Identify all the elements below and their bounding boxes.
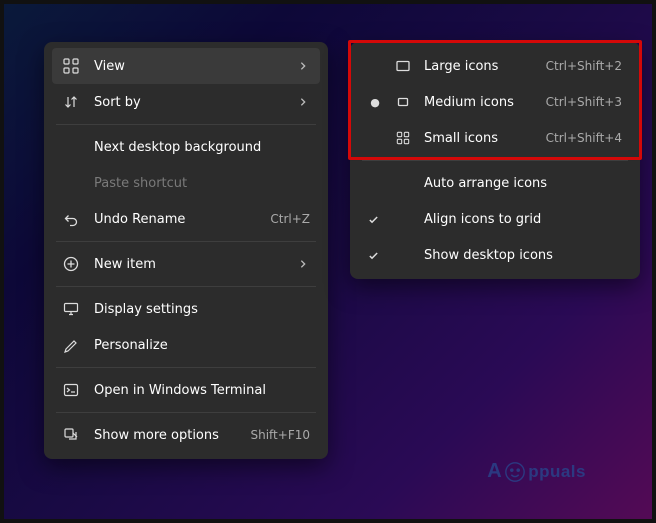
menu-label: Undo Rename (94, 212, 256, 227)
menu-item-terminal[interactable]: Open in Windows Terminal (52, 372, 320, 408)
menu-shortcut: Ctrl+Z (270, 212, 310, 226)
menu-item-next-background[interactable]: Next desktop background (52, 129, 320, 165)
chevron-right-icon (298, 259, 310, 269)
radio-selected-icon: ● (368, 96, 382, 109)
checkmark-icon (368, 214, 382, 225)
menu-label: Sort by (94, 95, 284, 110)
submenu-shortcut: Ctrl+Shift+2 (546, 59, 622, 73)
menu-label: Personalize (94, 338, 310, 353)
watermark-letter: A (487, 460, 502, 483)
personalize-icon (62, 336, 80, 354)
submenu-label: Large icons (424, 59, 534, 74)
menu-label: New item (94, 257, 284, 272)
new-plus-icon (62, 255, 80, 273)
view-submenu: Large icons Ctrl+Shift+2 ● Medium icons … (350, 42, 640, 279)
menu-item-more-options[interactable]: Show more options Shift+F10 (52, 417, 320, 453)
watermark-appuals: A ppuals (487, 460, 586, 483)
menu-label: Display settings (94, 302, 310, 317)
blank-icon (62, 174, 80, 192)
menu-label: Open in Windows Terminal (94, 383, 310, 398)
chevron-right-icon (298, 97, 310, 107)
checkmark-icon (368, 250, 382, 261)
submenu-item-large-icons[interactable]: Large icons Ctrl+Shift+2 (358, 48, 632, 84)
submenu-label: Small icons (424, 131, 534, 146)
menu-separator (56, 286, 316, 287)
menu-item-paste-shortcut: Paste shortcut (52, 165, 320, 201)
submenu-item-medium-icons[interactable]: ● Medium icons Ctrl+Shift+3 (358, 84, 632, 120)
large-icons-icon (394, 58, 412, 74)
menu-label: View (94, 59, 284, 74)
terminal-icon (62, 381, 80, 399)
menu-separator (56, 367, 316, 368)
view-grid-icon (62, 57, 80, 75)
small-icons-icon (394, 131, 412, 145)
more-options-icon (62, 426, 80, 444)
undo-icon (62, 210, 80, 228)
menu-item-new[interactable]: New item (52, 246, 320, 282)
medium-icons-icon (394, 94, 412, 110)
menu-item-personalize[interactable]: Personalize (52, 327, 320, 363)
submenu-label: Medium icons (424, 95, 534, 110)
menu-item-undo[interactable]: Undo Rename Ctrl+Z (52, 201, 320, 237)
menu-label: Next desktop background (94, 140, 310, 155)
menu-separator (56, 241, 316, 242)
display-settings-icon (62, 300, 80, 318)
menu-separator (56, 412, 316, 413)
sort-icon (62, 93, 80, 111)
submenu-item-small-icons[interactable]: Small icons Ctrl+Shift+4 (358, 120, 632, 156)
menu-item-display-settings[interactable]: Display settings (52, 291, 320, 327)
submenu-label: Show desktop icons (424, 248, 622, 263)
menu-label: Show more options (94, 428, 236, 443)
watermark-face-icon (504, 461, 526, 483)
submenu-label: Align icons to grid (424, 212, 622, 227)
submenu-item-show-icons[interactable]: Show desktop icons (358, 237, 632, 273)
chevron-right-icon (298, 61, 310, 71)
menu-label: Paste shortcut (94, 176, 310, 191)
menu-item-view[interactable]: View (52, 48, 320, 84)
menu-shortcut: Shift+F10 (250, 428, 310, 442)
submenu-label: Auto arrange icons (424, 176, 622, 191)
menu-separator (56, 124, 316, 125)
submenu-shortcut: Ctrl+Shift+4 (546, 131, 622, 145)
submenu-item-auto-arrange[interactable]: Auto arrange icons (358, 165, 632, 201)
submenu-shortcut: Ctrl+Shift+3 (546, 95, 622, 109)
menu-separator (362, 160, 628, 161)
submenu-item-align-grid[interactable]: Align icons to grid (358, 201, 632, 237)
watermark-text: ppuals (528, 462, 586, 482)
blank-icon (62, 138, 80, 156)
desktop-context-menu: View Sort by Next desktop background Pas… (44, 42, 328, 459)
menu-item-sort[interactable]: Sort by (52, 84, 320, 120)
